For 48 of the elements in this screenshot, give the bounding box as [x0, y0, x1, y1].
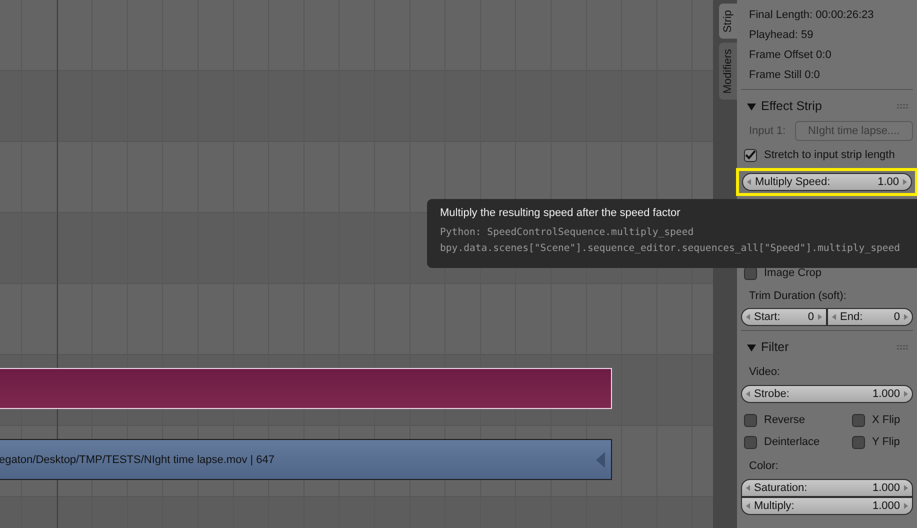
python-path-text: bpy.data.scenes["Scene"].sequence_editor.sequences_all["Speed"].multiply_speed — [440, 242, 902, 255]
drag-grip-icon[interactable] — [897, 104, 909, 108]
color-value-field[interactable]: Multiply: 1.000 — [741, 497, 913, 515]
info-text: Frame Still 0:0 — [748, 68, 821, 83]
decrement-arrow-icon[interactable] — [746, 391, 750, 397]
decrement-arrow-icon[interactable] — [746, 503, 750, 509]
panel-title: Effect Strip — [761, 99, 822, 113]
checkbox[interactable] — [852, 414, 865, 426]
panel-tab[interactable]: Strip — [719, 4, 737, 39]
strobe-field[interactable]: Strobe: 1.000 — [741, 385, 913, 403]
increment-arrow-icon[interactable] — [903, 179, 907, 185]
info-text: Frame Offset 0:0 — [748, 48, 832, 63]
checkbox-label: Reverse — [764, 414, 805, 426]
increment-arrow-icon[interactable] — [904, 391, 908, 397]
start-field[interactable]: Start: 0 — [741, 308, 827, 326]
decrement-arrow-icon[interactable] — [746, 485, 750, 491]
checkbox-label: Image Crop — [764, 267, 822, 279]
python-path-text: Python: SpeedControlSequence.multiply_speed — [440, 226, 695, 239]
section-label: Video: — [748, 365, 781, 380]
decrement-arrow-icon[interactable] — [746, 314, 750, 320]
panel-title: Filter — [761, 340, 789, 354]
increment-arrow-icon[interactable] — [904, 485, 908, 491]
checkbox-label: Stretch to input strip length — [764, 149, 895, 161]
checkbox-label: Y Flip — [872, 436, 900, 448]
decrement-arrow-icon[interactable] — [747, 179, 751, 185]
color-value-field[interactable]: Saturation: 1.000 — [741, 479, 913, 497]
increment-arrow-icon[interactable] — [818, 314, 822, 320]
info-text: Playhead: 59 — [748, 28, 814, 43]
drag-grip-icon[interactable] — [897, 344, 909, 350]
disclosure-triangle-icon[interactable] — [747, 342, 756, 352]
tooltip-title: Multiply the resulting speed after the speed factor — [440, 207, 682, 221]
strip-handle-icon[interactable] — [596, 452, 605, 468]
checkbox-label: X Flip — [872, 414, 900, 426]
checkbox[interactable] — [744, 148, 757, 162]
decrement-arrow-icon[interactable] — [832, 314, 836, 320]
effect-strip[interactable] — [0, 368, 612, 409]
end-field[interactable]: End: 0 — [827, 308, 913, 326]
multiply-speed-field[interactable]: Multiply Speed: 1.00 — [742, 173, 912, 191]
increment-arrow-icon[interactable] — [904, 503, 908, 509]
info-text: Final Length: 00:00:26:23 — [748, 8, 875, 23]
increment-arrow-icon[interactable] — [904, 314, 908, 320]
checkbox[interactable] — [744, 414, 757, 426]
checkbox-label: Deinterlace — [764, 436, 820, 448]
checkbox[interactable] — [744, 436, 757, 448]
section-label: Color: — [748, 459, 780, 474]
disclosure-triangle-icon[interactable] — [747, 102, 756, 110]
checkbox[interactable] — [852, 436, 865, 448]
section-label: Trim Duration (soft): — [748, 289, 848, 304]
